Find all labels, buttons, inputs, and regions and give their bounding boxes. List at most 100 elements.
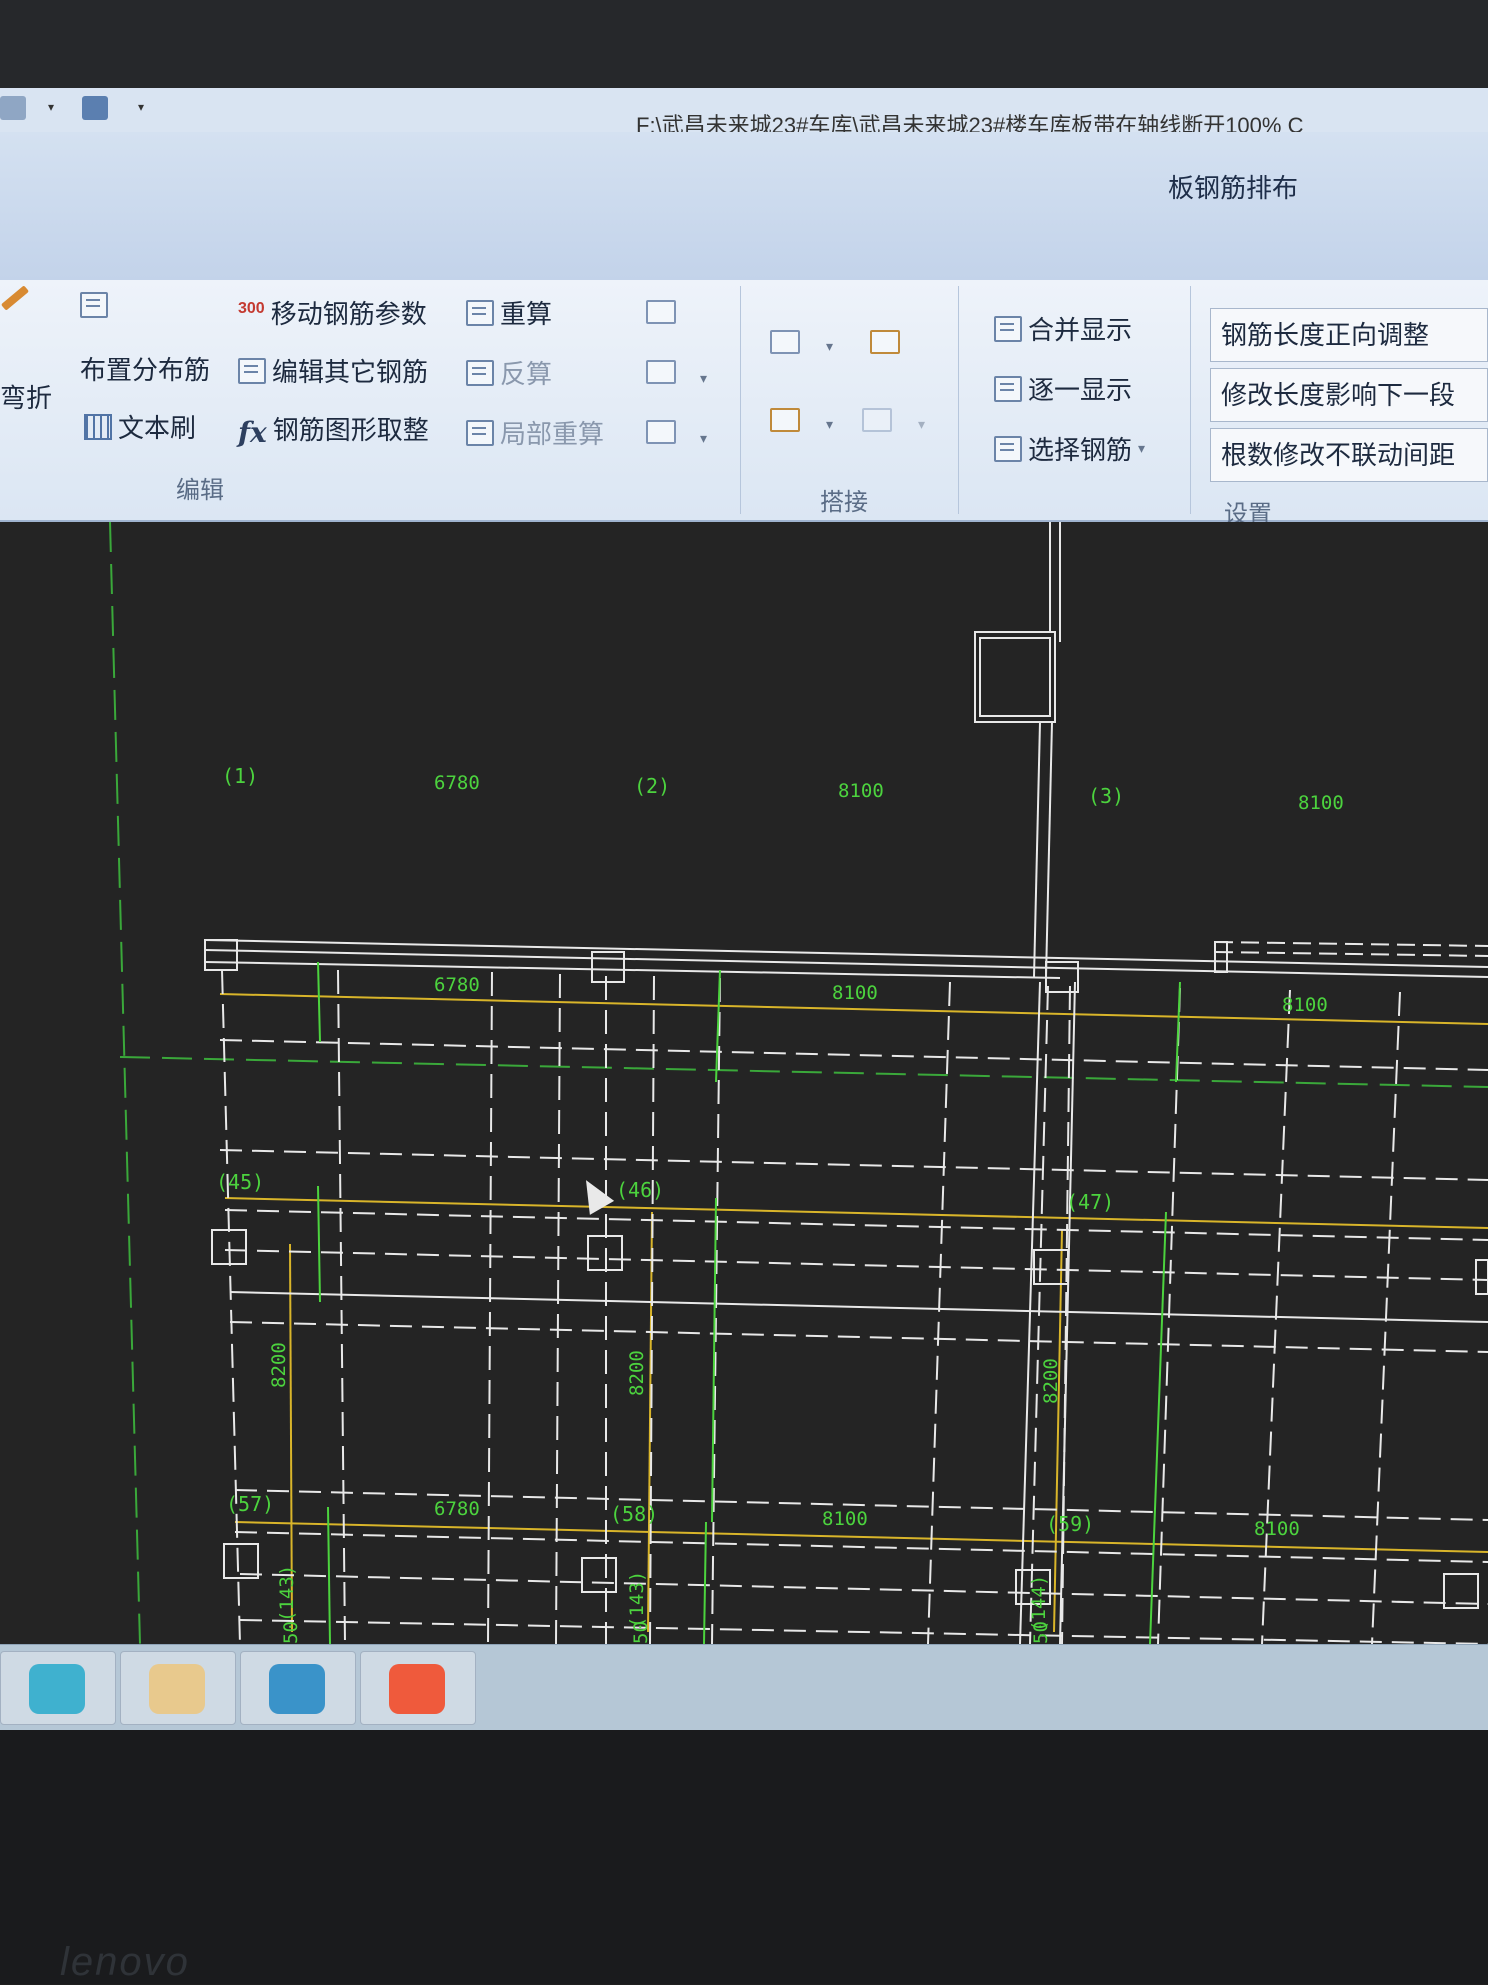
- dimension-label: 6780: [434, 974, 480, 996]
- taskbar-folder[interactable]: [120, 1651, 236, 1725]
- dimension-label-vertical: 50: [630, 1621, 652, 1644]
- dimension-label: 8100: [1254, 1518, 1300, 1540]
- quick-access-caret-icon[interactable]: ▾: [138, 100, 144, 114]
- taskbar: [0, 1644, 1488, 1731]
- merge-display-button[interactable]: 合并显示: [994, 310, 1132, 347]
- level-tool-icon[interactable]: [646, 420, 676, 444]
- merge-display-label: 合并显示: [1028, 315, 1133, 345]
- rebar-drawing: [109, 522, 1488, 1644]
- partial-recalc-label: 局部重算: [500, 419, 605, 449]
- dimension-tool-icon[interactable]: [646, 360, 676, 384]
- edit-other-label: 编辑其它钢筋: [272, 357, 429, 387]
- axis-label: (58): [610, 1502, 659, 1526]
- brand-logo: lenovo: [60, 1940, 190, 1984]
- select-rebar-button[interactable]: 选择钢筋 ▾: [994, 430, 1145, 467]
- splice-edit-icon[interactable]: [870, 330, 900, 354]
- bend-label[interactable]: 弯折: [0, 378, 52, 415]
- dimension-label: 8100: [1298, 792, 1344, 814]
- axis-label: (46): [616, 1178, 665, 1202]
- dimension-label: 8100: [1282, 994, 1328, 1016]
- pencil-icon: [0, 285, 30, 311]
- axis-label: (2): [634, 774, 671, 798]
- dimension-label-vertical: 8200: [626, 1350, 648, 1396]
- partial-recalc-icon: [466, 419, 494, 446]
- dimension-label-vertical: 50: [1030, 1621, 1052, 1644]
- layout-distribution-icon-button[interactable]: [80, 292, 108, 318]
- taskbar-app-swirl[interactable]: [0, 1651, 116, 1725]
- ribbon-tab-band: [0, 132, 1488, 280]
- chevron-down-icon[interactable]: ▾: [700, 430, 707, 447]
- axis-label: (57): [226, 1492, 275, 1516]
- one-by-one-label: 逐一显示: [1028, 375, 1133, 405]
- axis-label: (59): [1046, 1512, 1095, 1536]
- monitor-bezel-bottom: [0, 1730, 1488, 1984]
- quick-access-save-icon[interactable]: [0, 96, 26, 120]
- move-param-label: 移动钢筋参数: [270, 299, 427, 329]
- dimension-label: 8100: [822, 1508, 868, 1530]
- distribution-bars-icon: [80, 292, 108, 318]
- chevron-down-icon[interactable]: ▾: [700, 370, 707, 387]
- chevron-down-icon[interactable]: ▾: [826, 338, 833, 355]
- edit-other-icon: [238, 357, 266, 384]
- axis-label: (3): [1088, 784, 1125, 808]
- select-rebar-icon: [994, 435, 1022, 462]
- folder-icon: [149, 1664, 205, 1714]
- app-swirl-icon: [29, 1664, 85, 1714]
- ribbon: 弯折 布置分布筋 文本刷 300 移动钢筋参数 编辑其它钢筋 fx 钢筋图形取整…: [0, 280, 1488, 528]
- dimension-label-vertical: 50: [280, 1621, 302, 1644]
- chevron-down-icon[interactable]: ▾: [826, 416, 833, 433]
- text-brush-label: 文本刷: [118, 413, 197, 443]
- group-divider: [740, 286, 741, 514]
- recalc-label: 重算: [500, 299, 553, 329]
- setting-forward-length-adjust[interactable]: 钢筋长度正向调整: [1210, 308, 1488, 362]
- text-brush-icon: [84, 413, 112, 440]
- merge-display-icon: [994, 315, 1022, 342]
- fx-icon: fx: [238, 415, 267, 449]
- edit-tool-icon[interactable]: [646, 300, 676, 324]
- splice-add-icon[interactable]: [770, 330, 800, 354]
- drafting-icon: [269, 1664, 325, 1714]
- edit-other-rebar-button[interactable]: 编辑其它钢筋: [238, 352, 428, 389]
- move-rebar-param-button[interactable]: 300 移动钢筋参数: [238, 294, 427, 331]
- partial-recalc-button[interactable]: 局部重算: [466, 414, 604, 451]
- dimension-label: 8100: [832, 982, 878, 1004]
- tab-slab-rebar-layout[interactable]: 板钢筋排布: [1168, 168, 1298, 205]
- splice-brush-icon[interactable]: [770, 408, 800, 432]
- group-divider: [958, 286, 959, 514]
- bend-button[interactable]: [0, 285, 30, 311]
- axis-label: (1): [222, 764, 259, 788]
- chevron-down-icon: ▾: [1138, 440, 1146, 456]
- group-label-splice: 搭接: [820, 489, 868, 516]
- recalc-button[interactable]: 重算: [466, 294, 552, 331]
- setting-count-no-link-spacing[interactable]: 根数修改不联动间距: [1210, 428, 1488, 482]
- splice-disabled-icon: [862, 408, 892, 432]
- drawing-canvas[interactable]: 6780 8100 8100 6780 8100 8100 8200 8200 …: [0, 522, 1488, 1644]
- quick-access-caret-icon[interactable]: ▾: [48, 100, 54, 114]
- one-by-one-display-button[interactable]: 逐一显示: [994, 370, 1132, 407]
- recalc-icon: [466, 299, 494, 326]
- dimension-label: 8100: [838, 780, 884, 802]
- dimension-label: 6780: [434, 772, 480, 794]
- group-label-edit: 编辑: [176, 477, 224, 504]
- dimension-label: 6780: [434, 1498, 480, 1520]
- axis-label: (47): [1066, 1190, 1115, 1214]
- layout-distribution-button[interactable]: 布置分布筋: [80, 350, 210, 387]
- reverse-calc-icon: [466, 359, 494, 386]
- select-rebar-label: 选择钢筋: [1028, 435, 1133, 465]
- axis-label: (45): [216, 1170, 265, 1194]
- dimension-label-vertical: 8200: [1040, 1358, 1062, 1404]
- taskbar-drafting[interactable]: [240, 1651, 356, 1725]
- reverse-calc-label: 反算: [500, 359, 553, 389]
- one-by-one-icon: [994, 375, 1022, 402]
- monitor-bezel-top: [0, 0, 1488, 88]
- rebar-shape-round-button[interactable]: fx 钢筋图形取整: [238, 410, 429, 449]
- setting-length-affects-next[interactable]: 修改长度影响下一段: [1210, 368, 1488, 422]
- reverse-calc-button[interactable]: 反算: [466, 354, 552, 391]
- taskbar-media-player[interactable]: [360, 1651, 476, 1725]
- dimension-label-vertical: (143): [626, 1570, 648, 1628]
- text-brush-button[interactable]: 文本刷: [84, 408, 196, 445]
- group-divider: [1190, 286, 1191, 514]
- media-player-icon: [389, 1664, 445, 1714]
- quick-access-undo-icon[interactable]: [82, 96, 108, 120]
- chevron-down-icon: ▾: [918, 416, 926, 432]
